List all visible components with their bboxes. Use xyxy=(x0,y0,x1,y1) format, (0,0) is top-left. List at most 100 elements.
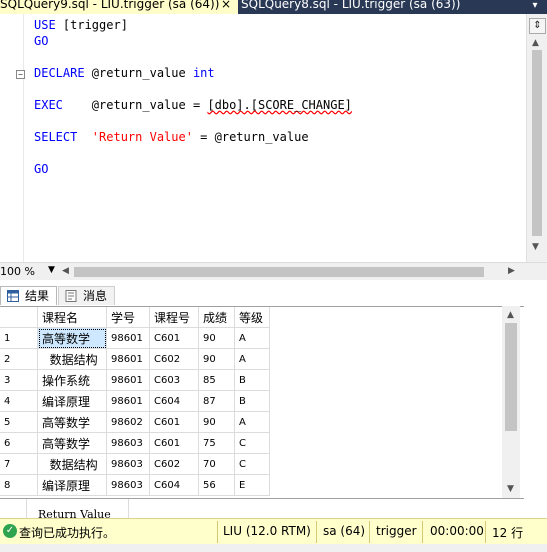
tab-menu-chevron-icon[interactable]: ▾ xyxy=(529,1,541,13)
scroll-left-icon[interactable]: ◀ xyxy=(62,266,69,276)
cell[interactable]: A xyxy=(234,348,270,370)
row-number[interactable]: 7 xyxy=(0,453,38,475)
cell[interactable]: C601 xyxy=(149,327,199,349)
table-row[interactable]: 4 编译原理 98601 C604 87 B xyxy=(0,390,270,412)
cell[interactable]: A xyxy=(234,411,270,433)
expression: = @return_value xyxy=(192,130,309,144)
table-row[interactable]: 7 数据结构 98603 C602 70 C xyxy=(0,453,270,475)
editor-gutter xyxy=(0,14,13,262)
code-line-6: GO xyxy=(34,162,48,176)
scroll-up-icon[interactable]: ▲ xyxy=(532,38,539,48)
message-icon xyxy=(65,290,77,302)
code-line-2: GO xyxy=(34,34,48,48)
tab-results[interactable]: 结果 xyxy=(0,286,57,305)
cell[interactable]: 98603 xyxy=(106,432,150,454)
row-number[interactable]: 2 xyxy=(0,348,38,370)
cell[interactable]: C603 xyxy=(149,369,199,391)
cell[interactable]: 90 xyxy=(198,411,235,433)
code-line-4: EXEC @return_value = [dbo].[SCORE_CHANGE… xyxy=(34,98,352,112)
tab-sqlquery8-label: SQLQuery8.sql - LIU.trigger (sa (63)) xyxy=(241,0,461,11)
scroll-down-icon[interactable]: ▼ xyxy=(532,242,539,252)
cell[interactable]: 98601 xyxy=(106,369,150,391)
row-number[interactable]: 1 xyxy=(0,327,38,349)
results-grid[interactable]: 课程名 学号 课程号 成绩 等级 1 高等数学 98601 C601 90 A 2 数据结… xyxy=(0,306,524,499)
cell[interactable]: 操作系统 xyxy=(37,369,107,391)
row-number[interactable]: 5 xyxy=(0,411,38,433)
tab-messages-label: 消息 xyxy=(83,289,108,303)
close-icon[interactable]: × xyxy=(221,0,231,10)
table-row[interactable]: 3 操作系统 98601 C603 85 B xyxy=(0,369,270,391)
row-number-header xyxy=(0,307,38,328)
grid-scroll-thumb[interactable] xyxy=(505,323,517,431)
zoom-dropdown-icon[interactable]: ▼ xyxy=(48,265,55,275)
cell[interactable]: C604 xyxy=(149,390,199,412)
scroll-down-icon[interactable]: ▼ xyxy=(507,484,514,494)
cell[interactable]: A xyxy=(234,327,270,349)
zoom-level[interactable]: 100 % xyxy=(0,265,35,278)
column-header[interactable]: 课程名 xyxy=(37,307,107,328)
cell[interactable]: 数据结构 xyxy=(37,453,107,475)
editor-vertical-scrollbar[interactable]: ⇕ ▲ ▼ xyxy=(526,14,547,262)
cell[interactable]: 数据结构 xyxy=(37,348,107,370)
cell[interactable]: 87 xyxy=(198,390,235,412)
cell[interactable]: 56 xyxy=(198,474,235,496)
table-row[interactable]: 2 数据结构 98601 C602 90 A xyxy=(0,348,270,370)
table-row[interactable]: 6 高等数学 98603 C601 75 C xyxy=(0,432,270,454)
cell[interactable]: 98601 xyxy=(106,348,150,370)
collapse-icon[interactable]: − xyxy=(16,70,25,79)
cell[interactable]: 98602 xyxy=(106,411,150,433)
cell[interactable]: 75 xyxy=(198,432,235,454)
cell[interactable]: 90 xyxy=(198,348,235,370)
split-icon[interactable]: ⇕ xyxy=(529,18,546,34)
table-row[interactable]: 1 高等数学 98601 C601 90 A xyxy=(0,327,270,349)
cell[interactable]: C602 xyxy=(149,453,199,475)
zoom-scroll-row: 100 % ▼ ◀ ▶ xyxy=(0,262,547,280)
keyword: DECLARE xyxy=(34,66,85,80)
scroll-right-icon[interactable]: ▶ xyxy=(508,266,515,276)
column-header[interactable]: 课程号 xyxy=(149,307,199,328)
cell[interactable]: 70 xyxy=(198,453,235,475)
status-database: trigger xyxy=(376,524,417,538)
type-keyword: int xyxy=(192,66,215,80)
cell[interactable]: C xyxy=(234,453,270,475)
cell[interactable]: E xyxy=(234,474,270,496)
query-editor[interactable]: USE [trigger] GO − DECLARE @return_value… xyxy=(0,14,526,262)
grid-vertical-scrollbar[interactable]: ▲ ▼ xyxy=(502,306,520,498)
cell[interactable]: C602 xyxy=(149,348,199,370)
row-number[interactable]: 3 xyxy=(0,369,38,391)
cell[interactable]: 编译原理 xyxy=(37,474,107,496)
cell[interactable]: 高等数学 xyxy=(37,327,107,349)
cell[interactable]: 90 xyxy=(198,327,235,349)
column-header[interactable]: 学号 xyxy=(106,307,150,328)
grid-divider xyxy=(26,499,27,519)
cell[interactable]: B xyxy=(234,369,270,391)
table-row[interactable]: 5 高等数学 98602 C601 90 A xyxy=(0,411,270,433)
status-elapsed: 00:00:00 xyxy=(430,524,484,538)
cell[interactable]: 98601 xyxy=(106,390,150,412)
row-number[interactable]: 6 xyxy=(0,432,38,454)
cell[interactable]: 98603 xyxy=(106,474,150,496)
row-number[interactable]: 8 xyxy=(0,474,38,496)
column-header[interactable]: 成绩 xyxy=(198,307,235,328)
scroll-thumb[interactable] xyxy=(532,50,542,236)
results-table: 课程名 学号 课程号 成绩 等级 1 高等数学 98601 C601 90 A 2 数据结… xyxy=(0,307,270,496)
table-row[interactable]: 8 编译原理 98603 C604 56 E xyxy=(0,474,270,496)
cell[interactable]: 高等数学 xyxy=(37,432,107,454)
row-number[interactable]: 4 xyxy=(0,390,38,412)
cell[interactable]: 高等数学 xyxy=(37,411,107,433)
horizontal-scroll-thumb[interactable] xyxy=(74,267,484,277)
cell[interactable]: C601 xyxy=(149,432,199,454)
cell[interactable]: 98601 xyxy=(106,327,150,349)
cell[interactable]: 98603 xyxy=(106,453,150,475)
return-value-grid[interactable]: Return Value xyxy=(0,498,524,519)
cell[interactable]: C xyxy=(234,432,270,454)
tab-messages[interactable]: 消息 xyxy=(58,286,115,305)
column-header[interactable]: 等级 xyxy=(234,307,270,328)
scroll-up-icon[interactable]: ▲ xyxy=(507,310,514,320)
cell[interactable]: 编译原理 xyxy=(37,390,107,412)
tab-sqlquery9[interactable]: SQLQuery9.sql - LIU.trigger (sa (64)) × xyxy=(0,0,238,14)
cell[interactable]: 85 xyxy=(198,369,235,391)
cell[interactable]: C604 xyxy=(149,474,199,496)
cell[interactable]: B xyxy=(234,390,270,412)
cell[interactable]: C601 xyxy=(149,411,199,433)
